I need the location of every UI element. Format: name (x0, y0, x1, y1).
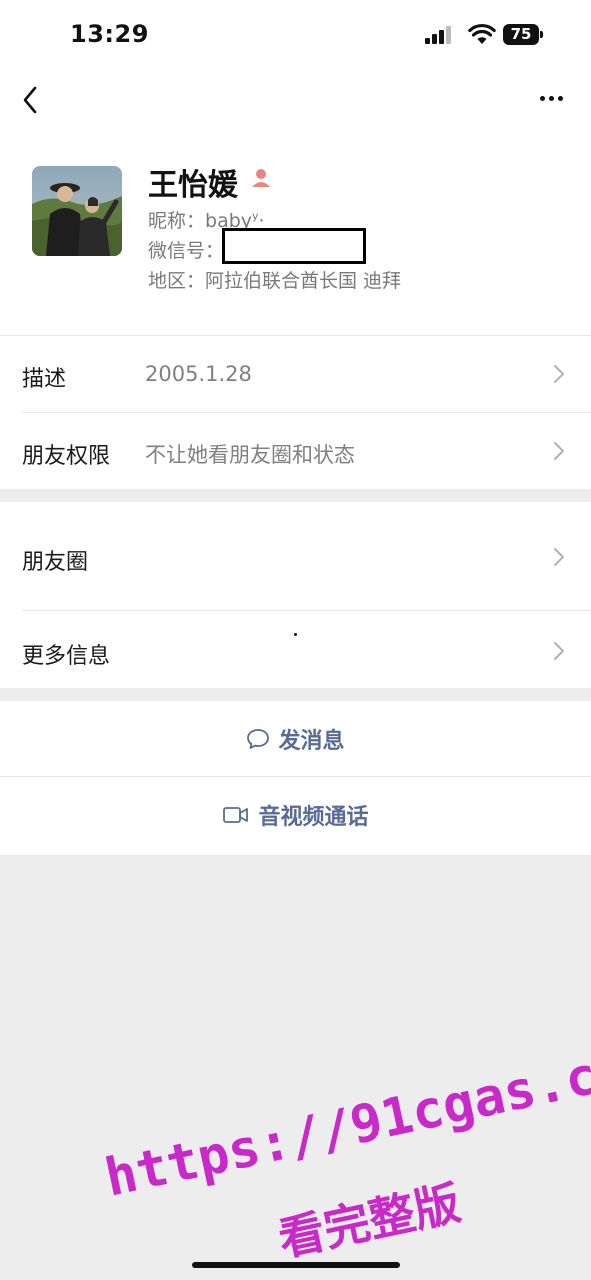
send-message-button[interactable]: 发消息 (0, 701, 591, 779)
stray-dot (294, 633, 297, 636)
wechat-id-line: 微信号： (148, 236, 224, 263)
description-value: 2005.1.28 (145, 362, 252, 386)
friend-permission-label: 朋友权限 (22, 444, 111, 469)
friend-permission-value: 不让她看朋友圈和状态 (145, 443, 355, 467)
home-indicator (192, 1262, 400, 1268)
avatar[interactable] (32, 166, 122, 256)
wifi-icon (468, 23, 496, 44)
moments-group: 朋友圈 更多信息 (0, 502, 591, 688)
status-time: 13:29 (70, 20, 149, 48)
video-camera-icon (223, 807, 249, 823)
chevron-right-icon (554, 442, 564, 460)
video-call-button[interactable]: 音视频通话 (0, 777, 591, 855)
video-call-label: 音视频通话 (258, 805, 369, 830)
moments-label: 朋友圈 (22, 550, 89, 575)
description-row[interactable]: 描述 2005.1.28 (0, 335, 591, 412)
more-info-label: 更多信息 (22, 644, 111, 669)
region-value: 阿拉伯联合酋长国 迪拜 (205, 270, 402, 292)
detail-group: 描述 2005.1.28 朋友权限 不让她看朋友圈和状态 (0, 335, 591, 489)
contact-name: 王怡媛 (148, 168, 238, 203)
watermark-text: 看完整版 (273, 1175, 466, 1267)
description-label: 描述 (22, 367, 67, 392)
more-icon[interactable] (536, 88, 568, 108)
status-bar: 13:29 75 (0, 0, 591, 70)
redacted-wechat-id (222, 228, 366, 264)
wechat-id-label: 微信号： (148, 240, 225, 262)
nav-bar (0, 70, 591, 130)
moments-row[interactable]: 朋友圈 (0, 502, 591, 610)
battery-level: 75 (503, 24, 539, 45)
profile-header: 王怡媛 昵称：babyy· 微信号： 地区：阿拉伯联合酋长国 迪拜 (0, 130, 591, 335)
region-line: 地区：阿拉伯联合酋长国 迪拜 (148, 270, 402, 292)
chevron-right-icon (554, 365, 564, 383)
friend-permission-row[interactable]: 朋友权限 不让她看朋友圈和状态 (0, 412, 591, 489)
back-icon[interactable] (18, 82, 44, 118)
chevron-right-icon (554, 548, 564, 566)
signal-icon (425, 26, 451, 44)
person-icon (252, 169, 270, 187)
watermark-url: https://91cgas.com (100, 1032, 591, 1209)
battery-icon: 75 (503, 24, 543, 45)
chevron-right-icon (554, 642, 564, 660)
more-info-row[interactable]: 更多信息 (0, 610, 591, 688)
chat-bubble-icon (247, 729, 270, 749)
send-message-label: 发消息 (278, 729, 345, 754)
